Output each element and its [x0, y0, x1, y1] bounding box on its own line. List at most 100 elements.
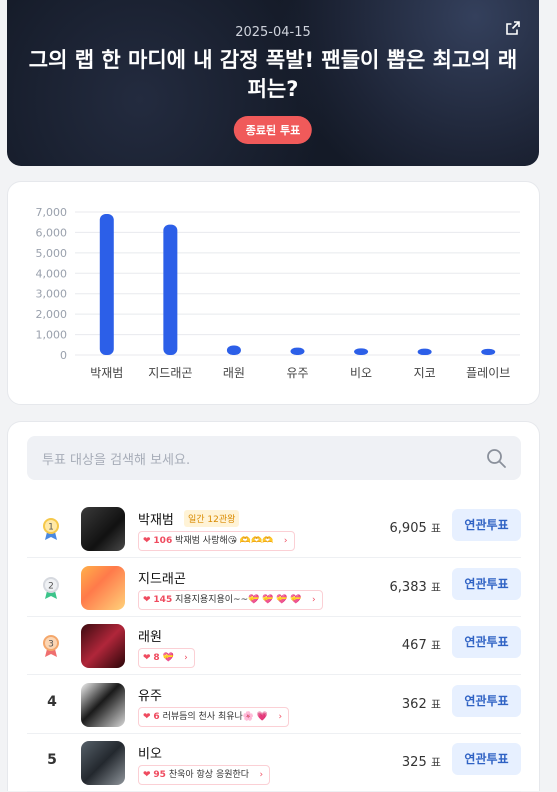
search-placeholder: 투표 대상을 검색해 보세요.	[42, 453, 191, 468]
related-vote-button[interactable]: 연관투표	[452, 743, 521, 775]
candidate-photo[interactable]	[81, 741, 125, 785]
candidate-name: 비오	[138, 747, 162, 762]
related-vote-button[interactable]: 연관투표	[452, 567, 521, 600]
candidate-name: 유주	[138, 688, 162, 704]
y-tick-label: 3,000	[36, 288, 68, 301]
vote-count: 6,905 표	[390, 520, 441, 536]
x-tick-label: 박재범	[90, 366, 123, 380]
rank-medal-icon: 2	[43, 576, 59, 599]
y-tick-label: 6,000	[36, 226, 68, 239]
vote-count: 6,383 표	[390, 579, 441, 595]
cheer-text: 박재범 사랑해😘 🫶🫶🫶	[175, 536, 274, 546]
bar-3	[226, 345, 241, 355]
x-tick-label: 래원	[223, 366, 245, 380]
cheer-count: 145	[153, 594, 173, 605]
candidate-row[interactable]: 2 지드래곤 ❤ 145 지용지용지용이~~💝 💝 💝 💝 › 6,383 표 …	[27, 559, 521, 617]
bar-7	[481, 348, 496, 355]
candidate-row[interactable]: 3 래원 ❤ 8 💝 › 467 표 연관투표	[27, 617, 521, 675]
y-tick-label: 7,000	[36, 206, 68, 219]
related-vote-button[interactable]: 연관투표	[452, 626, 521, 658]
candidate-name: 박재범	[138, 513, 174, 528]
candidate-photo[interactable]	[81, 624, 125, 668]
vote-unit: 표	[430, 639, 441, 652]
cheer-message[interactable]: ❤ 6 러뷰듬의 천사 최유나🌸 💗 ›	[138, 706, 290, 727]
cheer-count: 8	[153, 653, 160, 663]
vote-unit: 표	[430, 522, 441, 535]
rank-medal-icon: 3	[43, 635, 59, 657]
vote-number: 6,905	[389, 521, 427, 536]
bar-2	[163, 224, 178, 355]
share-external-icon[interactable]	[505, 20, 521, 36]
candidate-name: 지드래곤	[138, 571, 186, 587]
heart-icon: ❤	[143, 536, 151, 546]
search-input[interactable]: 투표 대상을 검색해 보세요.	[27, 436, 521, 480]
candidate-list-card: 투표 대상을 검색해 보세요. 1 박재범 일간 12관왕 ❤ 106 박재범 …	[7, 421, 540, 792]
heart-icon: ❤	[143, 770, 151, 780]
cheer-message[interactable]: ❤ 8 💝 ›	[138, 648, 195, 668]
candidate-name: 래원	[138, 630, 162, 645]
candidate-row[interactable]: 1 박재범 일간 12관왕 ❤ 106 박재범 사랑해😘 🫶🫶🫶 › 6,905…	[27, 500, 521, 558]
chevron-right-icon: ›	[184, 653, 188, 663]
vote-number: 6,383	[389, 579, 427, 595]
vote-count: 362 표	[402, 696, 441, 712]
vote-unit: 표	[430, 697, 441, 711]
results-chart-card: 0 1,000 2,000 3,000 4,000 5,000 6,000 7,000 박재범 지…	[7, 181, 540, 405]
vote-number: 325	[401, 755, 427, 770]
search-icon[interactable]	[485, 447, 507, 469]
rank-medal-icon: 1	[43, 518, 59, 540]
heart-icon: ❤	[143, 594, 151, 605]
vote-header: 2025-04-15 그의 랩 한 마디에 내 감정 폭발! 팬들이 뽑은 최고…	[7, 0, 539, 166]
x-tick-label: 플레이브	[466, 366, 510, 380]
vote-count: 325 표	[402, 754, 441, 770]
x-tick-label: 비오	[350, 366, 372, 380]
candidate-photo[interactable]	[81, 565, 125, 610]
vote-unit: 표	[430, 756, 441, 769]
y-tick-label: 4,000	[36, 267, 68, 280]
y-tick-label: 5,000	[36, 247, 68, 260]
candidate-photo[interactable]	[81, 507, 125, 551]
chevron-right-icon: ›	[259, 770, 264, 780]
bar-1	[99, 213, 114, 355]
bar-5	[354, 348, 369, 355]
heart-icon: ❤	[143, 711, 151, 722]
rank-number: 4	[47, 693, 57, 710]
vote-date: 2025-04-15	[235, 25, 311, 40]
y-tick-label: 0	[60, 349, 67, 362]
svg-text:1: 1	[48, 523, 54, 533]
candidate-row[interactable]: 5 비오 ❤ 95 찬욱아 항상 응원한다 › 325 표 연관투표	[27, 734, 521, 792]
status-badge: 종료된 투표	[233, 116, 313, 144]
bar-4	[290, 347, 305, 355]
x-tick-label: 지코	[414, 366, 436, 380]
svg-text:2: 2	[48, 581, 54, 591]
related-vote-button[interactable]: 연관투표	[452, 684, 521, 717]
vote-unit: 표	[430, 580, 441, 594]
cheer-text: 찬욱아 항상 응원한다	[168, 770, 250, 780]
related-vote-button[interactable]: 연관투표	[452, 509, 521, 541]
x-tick-label: 유주	[286, 366, 308, 380]
x-tick-label: 지드래곤	[148, 366, 192, 380]
vote-title: 그의 랩 한 마디에 내 감정 폭발! 팬들이 뽑은 최고의 래퍼는?	[28, 48, 518, 101]
weekly-badge: 일간 12관왕	[184, 510, 240, 527]
cheer-text: 💝	[162, 653, 174, 663]
bar-6	[417, 348, 432, 355]
cheer-count: 106	[153, 536, 173, 546]
cheer-message[interactable]: ❤ 106 박재범 사랑해😘 🫶🫶🫶 ›	[138, 531, 295, 551]
candidate-photo[interactable]	[81, 682, 125, 727]
chevron-right-icon: ›	[283, 536, 288, 546]
cheer-count: 6	[153, 711, 160, 722]
cheer-text: 러뷰듬의 천사 최유나🌸 💗	[162, 711, 269, 722]
y-tick-label: 2,000	[36, 308, 68, 321]
cheer-message[interactable]: ❤ 145 지용지용지용이~~💝 💝 💝 💝 ›	[138, 589, 323, 610]
cheer-text: 지용지용지용이~~💝 💝 💝 💝	[175, 594, 302, 605]
cheer-count: 95	[153, 770, 166, 780]
results-bar-chart: 0 1,000 2,000 3,000 4,000 5,000 6,000 7,000 박재범 지…	[36, 206, 520, 380]
y-tick-label: 1,000	[36, 329, 68, 342]
candidate-row[interactable]: 4 유주 ❤ 6 러뷰듬의 천사 최유나🌸 💗 › 362 표 연관투표	[27, 676, 521, 734]
vote-number: 467	[401, 638, 427, 653]
vote-number: 362	[401, 696, 427, 712]
heart-icon: ❤	[143, 653, 151, 663]
rank-number: 5	[47, 752, 57, 768]
svg-text:3: 3	[48, 640, 54, 650]
cheer-message[interactable]: ❤ 95 찬욱아 항상 응원한다 ›	[138, 765, 271, 785]
chevron-right-icon: ›	[278, 711, 283, 722]
